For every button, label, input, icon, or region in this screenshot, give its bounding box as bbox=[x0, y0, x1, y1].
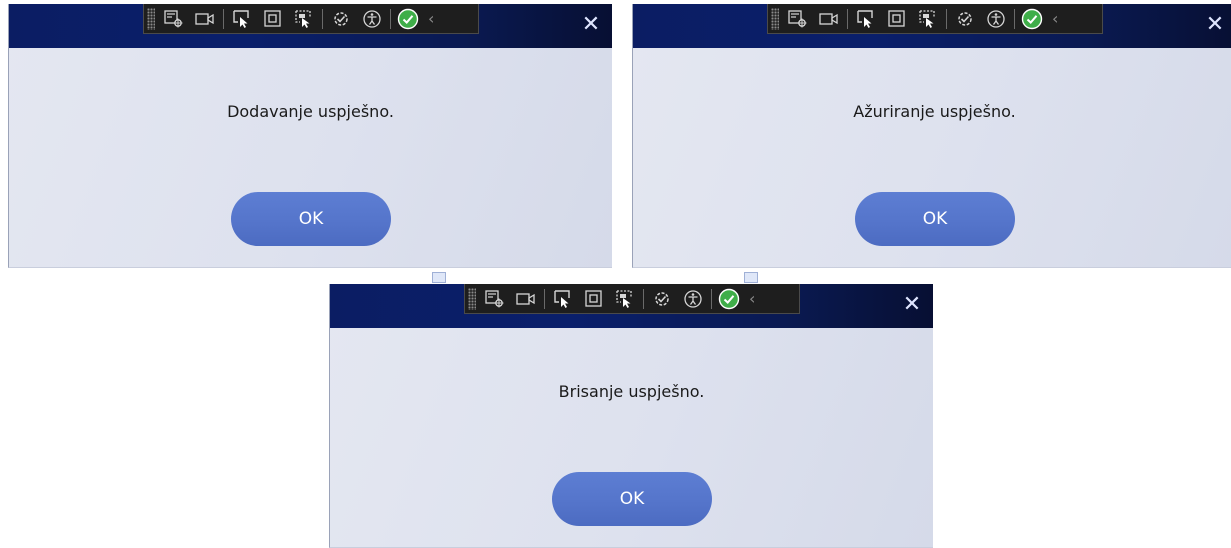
dialog-message: Ažuriranje uspješno. bbox=[853, 102, 1016, 121]
dialog-message: Brisanje uspješno. bbox=[558, 382, 705, 401]
live-visual-tree-icon[interactable] bbox=[161, 7, 187, 31]
track-focused-element-icon[interactable] bbox=[291, 7, 317, 31]
ok-button[interactable]: OK bbox=[855, 192, 1015, 246]
select-element-icon[interactable] bbox=[229, 7, 255, 31]
display-layout-adorners-icon[interactable] bbox=[884, 7, 910, 31]
toolbar-grip[interactable] bbox=[468, 287, 476, 310]
toolbar-separator bbox=[322, 8, 323, 29]
background-fragment-left bbox=[432, 270, 632, 284]
record-icon[interactable] bbox=[513, 287, 539, 311]
toolbar-separator bbox=[223, 8, 224, 29]
accessibility-checker-icon[interactable] bbox=[680, 287, 706, 311]
toolbar-separator bbox=[946, 8, 947, 29]
dialog-titlebar: ‹ ✕ bbox=[9, 4, 612, 48]
live-visual-tree-icon[interactable] bbox=[785, 7, 811, 31]
ok-button[interactable]: OK bbox=[552, 472, 712, 526]
toolbar-separator bbox=[643, 288, 644, 309]
checkbox-fragment-icon bbox=[432, 272, 446, 283]
display-layout-adorners-icon[interactable] bbox=[260, 7, 286, 31]
track-focused-element-icon[interactable] bbox=[612, 287, 638, 311]
record-icon[interactable] bbox=[192, 7, 218, 31]
hot-reload-icon[interactable] bbox=[952, 7, 978, 31]
select-element-icon[interactable] bbox=[853, 7, 879, 31]
live-visual-tree-icon[interactable] bbox=[482, 287, 508, 311]
ok-button[interactable]: OK bbox=[231, 192, 391, 246]
xaml-debug-toolbar: ‹ bbox=[143, 4, 479, 34]
hot-reload-icon[interactable] bbox=[328, 7, 354, 31]
toolbar-separator bbox=[711, 288, 712, 309]
xaml-debug-toolbar: ‹ bbox=[767, 4, 1103, 34]
dialog-titlebar: ‹ ✕ bbox=[633, 4, 1231, 48]
collapse-chevron-icon[interactable]: ‹ bbox=[749, 289, 755, 308]
select-element-icon[interactable] bbox=[550, 287, 576, 311]
checkbox-fragment-icon bbox=[744, 272, 758, 283]
screenshot-canvas: ‹ ✕ Dodavanje uspješno. OK ‹ ✕ Ažuriranj… bbox=[0, 0, 1231, 548]
close-button[interactable]: ✕ bbox=[1202, 12, 1228, 38]
dialog-titlebar: ‹ ✕ bbox=[330, 284, 933, 328]
success-dialog-update: ‹ ✕ Ažuriranje uspješno. OK bbox=[632, 4, 1231, 268]
track-focused-element-icon[interactable] bbox=[915, 7, 941, 31]
toolbar-grip[interactable] bbox=[771, 7, 779, 30]
close-button[interactable]: ✕ bbox=[578, 12, 604, 38]
accessibility-checker-icon[interactable] bbox=[983, 7, 1009, 31]
toolbar-separator bbox=[1014, 8, 1015, 29]
display-layout-adorners-icon[interactable] bbox=[581, 287, 607, 311]
xaml-debug-toolbar: ‹ bbox=[464, 284, 800, 314]
success-dialog-add: ‹ ✕ Dodavanje uspješno. OK bbox=[8, 4, 612, 268]
background-fragment-right bbox=[744, 270, 934, 284]
collapse-chevron-icon[interactable]: ‹ bbox=[428, 9, 434, 28]
hot-reload-icon[interactable] bbox=[649, 287, 675, 311]
toolbar-grip[interactable] bbox=[147, 7, 155, 30]
toolbar-separator bbox=[544, 288, 545, 309]
collapse-chevron-icon[interactable]: ‹ bbox=[1052, 9, 1058, 28]
toolbar-separator bbox=[390, 8, 391, 29]
hot-reload-status-ok-icon[interactable] bbox=[717, 287, 741, 311]
hot-reload-status-ok-icon[interactable] bbox=[396, 7, 420, 31]
hot-reload-status-ok-icon[interactable] bbox=[1020, 7, 1044, 31]
accessibility-checker-icon[interactable] bbox=[359, 7, 385, 31]
record-icon[interactable] bbox=[816, 7, 842, 31]
toolbar-separator bbox=[847, 8, 848, 29]
success-dialog-delete: ‹ ✕ Brisanje uspješno. OK bbox=[329, 284, 933, 548]
close-button[interactable]: ✕ bbox=[899, 292, 925, 318]
dialog-message: Dodavanje uspješno. bbox=[227, 102, 394, 121]
